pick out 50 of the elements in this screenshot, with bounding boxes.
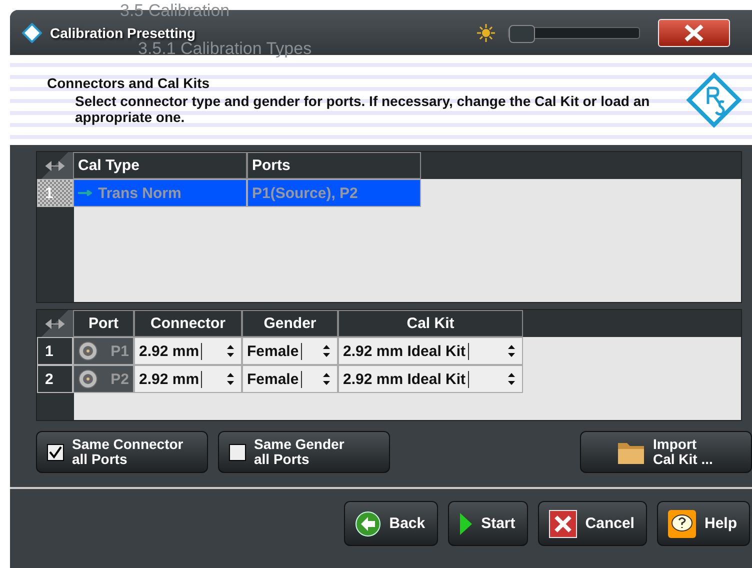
spinner-icon[interactable] (507, 344, 516, 358)
checkbox[interactable] (47, 444, 64, 460)
resize-arrows-icon (45, 160, 65, 170)
row-number: 2 (37, 365, 73, 393)
column-header[interactable]: Cal Kit (338, 310, 523, 337)
checkbox-button[interactable]: Same Gender all Ports (218, 431, 390, 473)
port-label: P2 (110, 370, 129, 388)
cancel-button[interactable]: Cancel (538, 501, 648, 546)
column-header[interactable]: Ports (247, 152, 421, 179)
instruction-text: Select connector type and gender for ports. If necessary, change the Cal Kit or load an appropriate one. (74, 93, 651, 125)
spinner-icon[interactable] (226, 372, 235, 386)
connector-dropdown[interactable]: 2.92 mm (134, 365, 242, 393)
row-number: 1 (37, 337, 73, 365)
close-button[interactable] (658, 18, 730, 46)
spinner-icon[interactable] (226, 344, 235, 358)
diamond-logo-icon (22, 22, 42, 42)
close-icon (549, 510, 578, 538)
gender-dropdown[interactable]: Female (242, 337, 338, 365)
resize-arrows-icon (45, 318, 65, 328)
back-button[interactable]: Back (344, 501, 438, 546)
help-icon (668, 510, 696, 538)
start-button[interactable]: Start (448, 501, 528, 546)
help-button[interactable]: Help (657, 501, 750, 546)
section-title: Connectors and Cal Kits (47, 75, 211, 91)
gender-dropdown[interactable]: Female (242, 365, 338, 393)
sun-icon (476, 22, 496, 42)
column-header[interactable]: Port (73, 310, 134, 337)
connector-icon (78, 341, 98, 361)
cal-type-text: Trans Norm (98, 184, 182, 202)
close-icon (682, 24, 706, 42)
checkbox[interactable] (229, 444, 246, 460)
window-title: Calibration Presetting (50, 24, 196, 40)
checkbox-label: Same Gender all Ports (254, 437, 344, 467)
diamond-logo-icon (686, 72, 742, 128)
spinner-icon[interactable] (507, 372, 516, 386)
play-icon (459, 512, 474, 536)
spinner-icon[interactable] (322, 372, 331, 386)
cal-kit-dropdown[interactable]: 2.92 mm Ideal Kit (338, 337, 523, 365)
column-header[interactable]: Connector (134, 310, 242, 337)
column-header[interactable]: Cal Type (73, 152, 247, 179)
spinner-icon[interactable] (322, 344, 331, 358)
checkbox-button[interactable]: Same Connector all Ports (36, 431, 208, 473)
column-header[interactable]: Gender (242, 310, 338, 337)
import-button[interactable]: Import Cal Kit ... (580, 431, 752, 473)
connector-dropdown[interactable]: 2.92 mm (134, 337, 242, 365)
checkbox-label: Same Connector all Ports (72, 437, 184, 467)
arrow-icon (78, 190, 92, 196)
port-label: P1 (110, 342, 129, 360)
connector-icon (78, 369, 98, 389)
cal-kit-dropdown[interactable]: 2.92 mm Ideal Kit (338, 365, 523, 393)
